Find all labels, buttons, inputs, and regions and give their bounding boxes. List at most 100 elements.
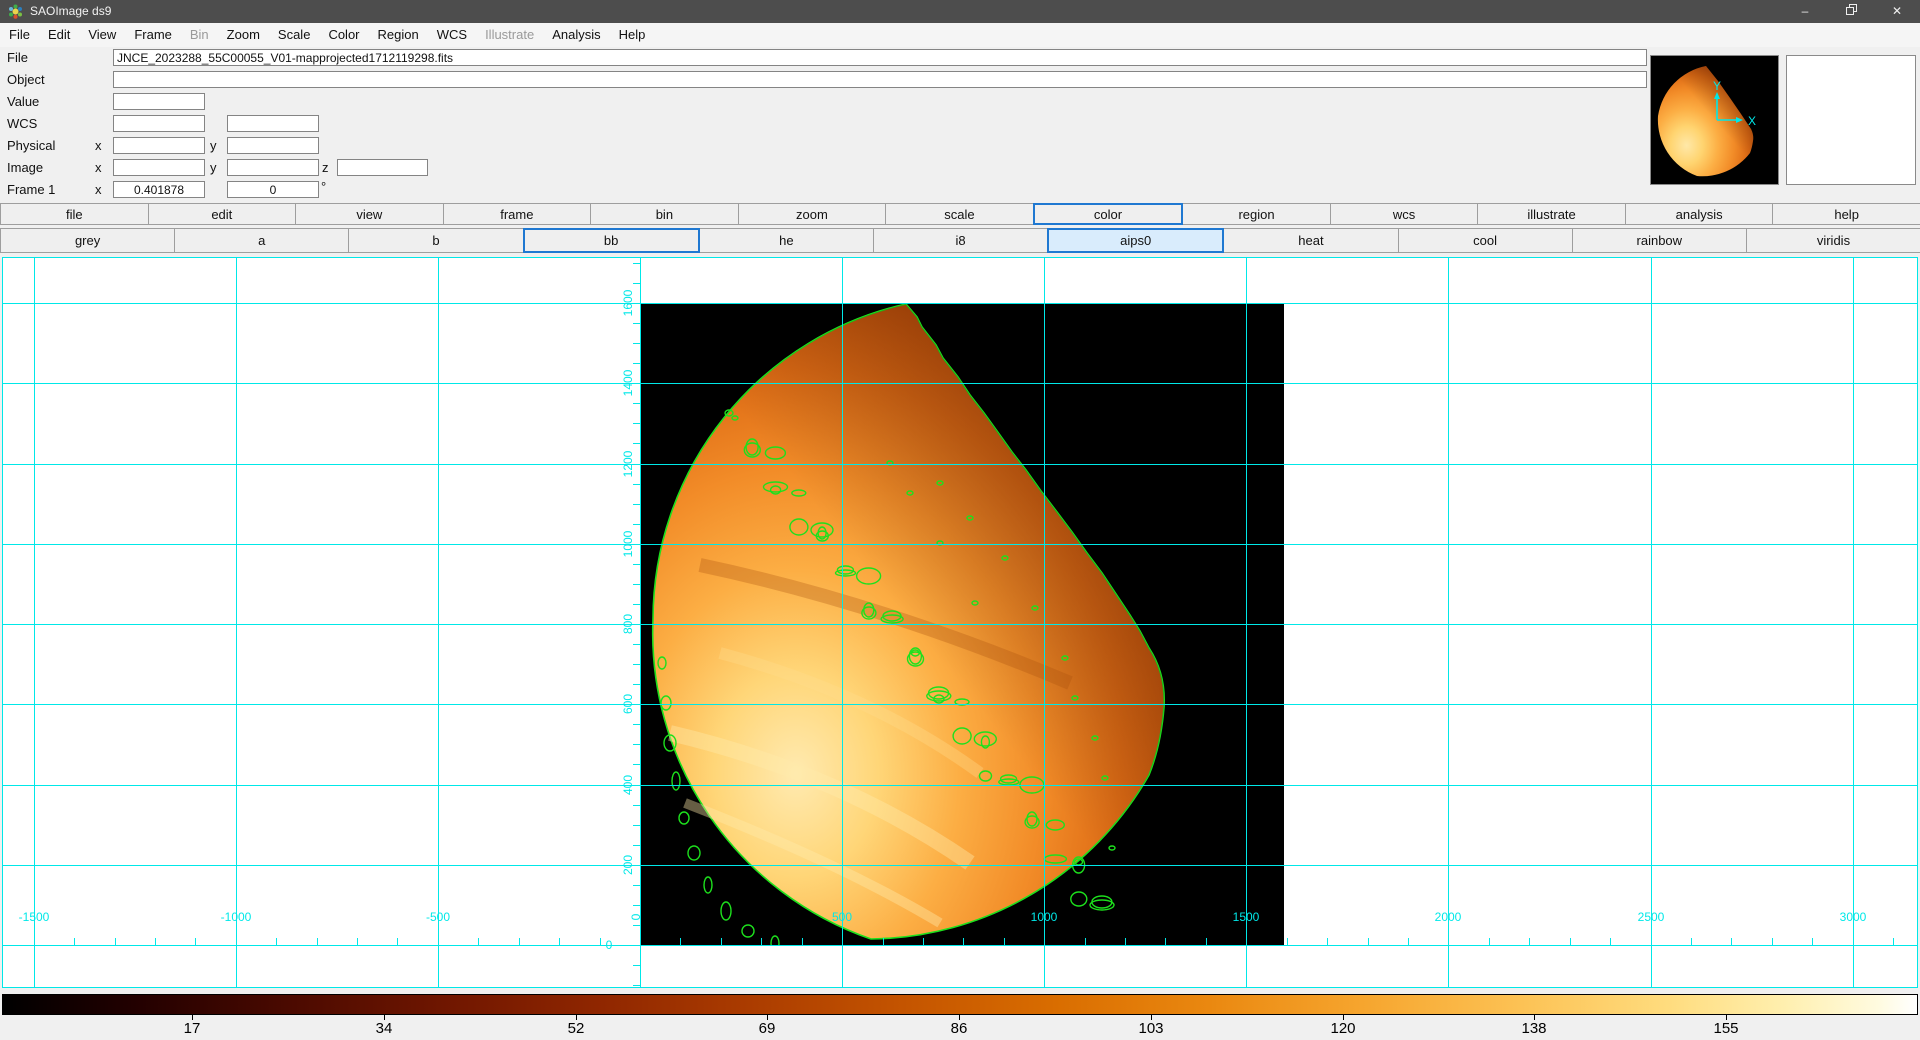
colorbar-tick-label-69: 69 <box>759 1020 776 1037</box>
panner[interactable]: Y X <box>1650 55 1779 185</box>
x-minor-tick <box>1287 938 1288 945</box>
info-sublabel-z: z <box>322 160 329 175</box>
toolbar-button-viridis[interactable]: viridis <box>1746 228 1920 253</box>
x-minor-tick <box>478 938 479 945</box>
physical-field-2[interactable] <box>227 137 319 154</box>
colorbar <box>2 994 1918 1015</box>
y-minor-tick <box>633 584 640 585</box>
y-minor-tick <box>633 644 640 645</box>
menu-item-scale[interactable]: Scale <box>269 23 320 42</box>
x-minor-tick <box>963 938 964 945</box>
menu-item-edit[interactable]: Edit <box>39 23 79 42</box>
info-label-wcs: WCS <box>7 116 37 131</box>
toolbar-button-wcs[interactable]: wcs <box>1330 203 1479 225</box>
colorbar-tick-label-86: 86 <box>951 1020 968 1037</box>
x-minor-tick <box>317 938 318 945</box>
frame-1-field-1[interactable]: 0.401878 <box>113 181 205 198</box>
toolbar-button-aips0[interactable]: aips0 <box>1047 228 1224 253</box>
grid-hline-1200 <box>3 464 1917 465</box>
physical-field-1[interactable] <box>113 137 205 154</box>
image-field-1[interactable] <box>113 159 205 176</box>
x-tick-label-3000: 3000 <box>1840 910 1867 924</box>
value-field-1[interactable] <box>113 93 205 110</box>
grid-hline-200 <box>3 865 1917 866</box>
restore-button[interactable] <box>1828 0 1874 23</box>
menu-item-file[interactable]: File <box>0 23 39 42</box>
x-tick-label--1000: -1000 <box>221 910 252 924</box>
colorbar-tick <box>1151 1015 1152 1020</box>
y-axis-line <box>640 258 641 987</box>
toolbar-button-grey[interactable]: grey <box>0 228 175 253</box>
toolbar-button-frame[interactable]: frame <box>443 203 592 225</box>
toolbar-button-heat[interactable]: heat <box>1223 228 1398 253</box>
minimize-button[interactable]: – <box>1782 0 1828 23</box>
wcs-field-2[interactable] <box>227 115 319 132</box>
y-tick-label-1200: 1200 <box>621 451 635 478</box>
x-minor-tick <box>1408 938 1409 945</box>
info-sublabel-y: y <box>210 160 217 175</box>
y-minor-tick <box>633 423 640 424</box>
colorbar-tick-label-34: 34 <box>376 1020 393 1037</box>
colorbar-tick <box>1343 1015 1344 1020</box>
toolbar-button-region[interactable]: region <box>1182 203 1331 225</box>
y-minor-tick <box>633 684 640 685</box>
x-minor-tick <box>721 938 722 945</box>
info-sublabel-x: x <box>95 160 102 175</box>
toolbar-button-he[interactable]: he <box>699 228 874 253</box>
toolbar-button-scale[interactable]: scale <box>885 203 1034 225</box>
object-field-1[interactable] <box>113 71 1647 88</box>
image-field-2[interactable] <box>227 159 319 176</box>
x-minor-tick <box>1893 938 1894 945</box>
x-tick-label-500: 500 <box>832 910 852 924</box>
x-minor-tick <box>1489 938 1490 945</box>
y-minor-tick <box>633 484 640 485</box>
menu-item-analysis[interactable]: Analysis <box>543 23 609 42</box>
menu-item-help[interactable]: Help <box>610 23 655 42</box>
toolbar-button-help[interactable]: help <box>1772 203 1920 225</box>
toolbar-button-view[interactable]: view <box>295 203 444 225</box>
toolbar-button-illustrate[interactable]: illustrate <box>1477 203 1626 225</box>
toolbar-button-edit[interactable]: edit <box>148 203 297 225</box>
frame-1-field-2[interactable]: 0 <box>227 181 319 198</box>
toolbar-button-analysis[interactable]: analysis <box>1625 203 1774 225</box>
x-tick-label-0: 0 <box>606 938 613 952</box>
x-minor-tick <box>559 938 560 945</box>
toolbar-button-rainbow[interactable]: rainbow <box>1572 228 1747 253</box>
menu-item-region[interactable]: Region <box>369 23 428 42</box>
x-minor-tick <box>883 938 884 945</box>
y-minor-tick <box>633 604 640 605</box>
wcs-field-1[interactable] <box>113 115 205 132</box>
menu-item-view[interactable]: View <box>79 23 125 42</box>
file-field-1[interactable]: JNCE_2023288_55C00055_V01-mapprojected17… <box>113 49 1647 66</box>
menu-item-frame[interactable]: Frame <box>125 23 181 42</box>
toolbar-button-color[interactable]: color <box>1033 203 1184 225</box>
toolbar-button-i8[interactable]: i8 <box>873 228 1048 253</box>
y-tick-label-800: 800 <box>621 614 635 634</box>
y-minor-tick <box>633 805 640 806</box>
menu-item-color[interactable]: Color <box>319 23 368 42</box>
x-minor-tick <box>923 938 924 945</box>
x-minor-tick <box>761 938 762 945</box>
image-canvas[interactable]: -1500-1000-50005001000150020002500300016… <box>2 257 1918 988</box>
menu-item-wcs[interactable]: WCS <box>428 23 476 42</box>
window-title: SAOImage ds9 <box>30 4 111 18</box>
toolbar-button-cool[interactable]: cool <box>1398 228 1573 253</box>
image-field-3[interactable] <box>337 159 428 176</box>
toolbar-button-a[interactable]: a <box>174 228 349 253</box>
menu-item-bin: Bin <box>181 23 218 42</box>
toolbar-button-bin[interactable]: bin <box>590 203 739 225</box>
toolbar-button-file[interactable]: file <box>0 203 149 225</box>
x-minor-tick <box>1327 938 1328 945</box>
toolbar-button-bb[interactable]: bb <box>523 228 700 253</box>
close-button[interactable]: ✕ <box>1874 0 1920 23</box>
grid-hline-1400 <box>3 383 1917 384</box>
colorbar-tick <box>384 1015 385 1020</box>
menu-item-zoom[interactable]: Zoom <box>218 23 269 42</box>
info-label-object: Object <box>7 72 45 87</box>
y-minor-tick <box>633 263 640 264</box>
y-tick-label-0: 0 <box>629 914 643 921</box>
toolbar-button-zoom[interactable]: zoom <box>738 203 887 225</box>
x-tick-label--1500: -1500 <box>19 910 50 924</box>
colorbar-tick-label-17: 17 <box>184 1020 201 1037</box>
toolbar-button-b[interactable]: b <box>348 228 523 253</box>
